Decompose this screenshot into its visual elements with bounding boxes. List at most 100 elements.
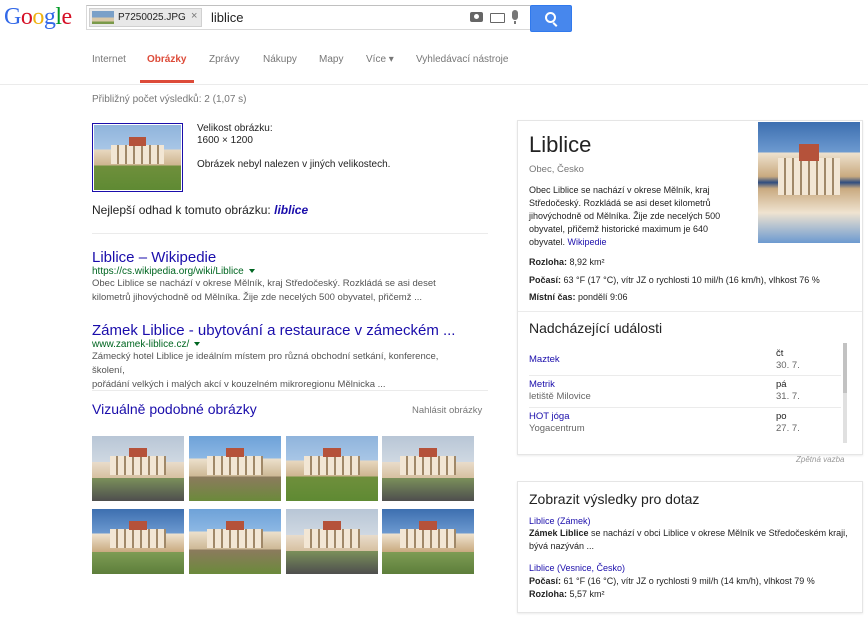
- result-snippet: Obec Liblice se nachází v okrese Mělník,…: [92, 277, 472, 305]
- fact-label: Místní čas:: [529, 292, 576, 302]
- fact-value: 63 °F (17 °C), vítr JZ o rychlosti 10 mi…: [561, 275, 820, 285]
- kp-fact-area: Rozloha: 8,92 km²: [529, 257, 605, 267]
- logo-letter: e: [61, 4, 73, 30]
- tab-more[interactable]: Více ▾: [366, 54, 394, 65]
- similar-image[interactable]: [189, 436, 281, 501]
- alt-query-link[interactable]: Liblice (Zámek): [529, 516, 591, 526]
- event-date: 27. 7.: [776, 423, 800, 434]
- tab-images[interactable]: Obrázky: [147, 54, 186, 65]
- fact-label: Počasí:: [529, 576, 562, 586]
- search-icon: [545, 12, 556, 23]
- kp-fact-weather: Počasí: 63 °F (17 °C), vítr JZ o rychlos…: [529, 275, 820, 285]
- wikipedia-link[interactable]: Wikipedie: [568, 237, 607, 247]
- alt-query-fact: Rozloha: 5,57 km²: [529, 588, 849, 601]
- similar-image[interactable]: [92, 436, 184, 501]
- similar-image[interactable]: [286, 436, 378, 501]
- result-snippet: Zámecký hotel Liblice je ideálním místem…: [92, 350, 472, 392]
- kp-description: Obec Liblice se nachází v okrese Mělník,…: [529, 184, 744, 249]
- kp-description-text: Obec Liblice se nachází v okrese Mělník,…: [529, 185, 721, 247]
- other-sizes-message: Obrázek nebyl nalezen v jiných velikoste…: [197, 159, 391, 170]
- search-input[interactable]: liblice: [211, 10, 244, 25]
- snippet-line: Zámecký hotel Liblice je ideálním místem…: [92, 351, 439, 376]
- snippet-line: kilometrů jihovýchodně od Mělníka. Žije …: [92, 292, 423, 303]
- similar-image[interactable]: [382, 509, 474, 574]
- query-image-thumbnail[interactable]: [92, 123, 183, 192]
- fact-label: Rozloha:: [529, 257, 567, 267]
- result-url-text: https://cs.wikipedia.org/wiki/Liblice: [92, 266, 244, 277]
- chip-close-icon[interactable]: ×: [191, 10, 197, 22]
- fact-label: Rozloha:: [529, 589, 567, 599]
- tab-news[interactable]: Zprávy: [209, 54, 240, 65]
- best-guess: Nejlepší odhad k tomuto obrázku: liblice: [92, 203, 308, 217]
- similar-image[interactable]: [286, 509, 378, 574]
- divider: [92, 233, 488, 234]
- events-heading: Nadcházející události: [529, 320, 663, 336]
- image-size-label: Velikost obrázku:: [197, 123, 273, 134]
- result-stats: Přibližný počet výsledků: 2 (1,07 s): [92, 94, 247, 105]
- tab-search-tools[interactable]: Vyhledávací nástroje: [416, 54, 508, 65]
- kp-castle-photo[interactable]: [758, 122, 860, 243]
- divider: [529, 407, 841, 408]
- chevron-down-icon[interactable]: [194, 342, 201, 347]
- camera-icon[interactable]: [470, 12, 483, 22]
- logo-letter: G: [4, 4, 21, 30]
- report-images-link[interactable]: Nahlásit obrázky: [412, 405, 482, 416]
- tab-internet[interactable]: Internet: [92, 54, 126, 65]
- top-bar: Google P7250025.JPG × liblice: [0, 0, 868, 36]
- snippet-bold: Zámek Liblice: [529, 528, 589, 538]
- fact-value: pondělí 9:06: [575, 292, 628, 302]
- kp-subtitle: Obec, Česko: [529, 164, 584, 175]
- alt-query-fact: Počasí: 61 °F (16 °C), vítr JZ o rychlos…: [529, 575, 849, 588]
- event-place: Yogacentrum: [529, 423, 585, 434]
- feedback-link[interactable]: Zpětná vazba: [796, 455, 844, 464]
- result-title[interactable]: Liblice – Wikipedie: [92, 249, 216, 266]
- fact-value: 61 °F (16 °C), vítr JZ o rychlosti 9 mil…: [561, 576, 815, 586]
- chip-filename: P7250025.JPG: [118, 12, 186, 23]
- logo-letter: o: [32, 4, 44, 30]
- image-query-chip[interactable]: P7250025.JPG ×: [89, 8, 202, 27]
- best-guess-link[interactable]: liblice: [274, 203, 308, 217]
- kp-title: Liblice: [529, 132, 592, 157]
- similar-image[interactable]: [92, 509, 184, 574]
- chip-thumbnail: [92, 11, 114, 24]
- google-logo[interactable]: Google: [4, 4, 72, 31]
- event-day: po: [776, 411, 787, 422]
- show-results-for-panel: Zobrazit výsledky pro dotaz Liblice (Zám…: [517, 481, 863, 613]
- event-date: 31. 7.: [776, 391, 800, 402]
- active-tab-indicator: [140, 80, 194, 83]
- similar-image[interactable]: [382, 436, 474, 501]
- alt-query-link[interactable]: Liblice (Vesnice, Česko): [529, 563, 625, 573]
- event-name[interactable]: HOT jóga: [529, 411, 569, 422]
- chevron-down-icon[interactable]: [248, 269, 255, 274]
- event-day: pá: [776, 379, 787, 390]
- similar-image[interactable]: [189, 509, 281, 574]
- visually-similar-heading[interactable]: Vizuálně podobné obrázky: [92, 401, 257, 417]
- events-scrollbar-thumb[interactable]: [843, 343, 847, 393]
- search-button[interactable]: [530, 5, 572, 32]
- knowledge-panel: Liblice Obec, Česko Obec Liblice se nach…: [517, 120, 863, 455]
- keyboard-icon[interactable]: [490, 13, 505, 23]
- result-url-text: www.zamek-liblice.cz/: [92, 339, 190, 350]
- event-name[interactable]: Metrik: [529, 379, 555, 390]
- divider: [92, 390, 488, 391]
- result-url: www.zamek-liblice.cz/: [92, 339, 201, 350]
- event-date: 30. 7.: [776, 360, 800, 371]
- search-box[interactable]: P7250025.JPG × liblice: [86, 5, 531, 30]
- event-place: letiště Milovice: [529, 391, 591, 402]
- logo-letter: g: [43, 4, 56, 30]
- tab-shopping[interactable]: Nákupy: [263, 54, 297, 65]
- snippet-line: Obec Liblice se nachází v okrese Mělník,…: [92, 278, 436, 289]
- tab-maps[interactable]: Mapy: [319, 54, 343, 65]
- result-title[interactable]: Zámek Liblice - ubytování a restaurace v…: [92, 322, 455, 339]
- image-size-value: 1600 × 1200: [197, 135, 253, 146]
- best-guess-prefix: Nejlepší odhad k tomuto obrázku:: [92, 203, 275, 217]
- show-results-heading: Zobrazit výsledky pro dotaz: [529, 491, 700, 507]
- divider: [529, 375, 841, 376]
- search-tabs: Internet Obrázky Zprávy Nákupy Mapy Více…: [0, 36, 868, 85]
- microphone-icon[interactable]: [512, 10, 518, 24]
- result-url: https://cs.wikipedia.org/wiki/Liblice: [92, 266, 255, 277]
- event-day: čt: [776, 348, 784, 359]
- divider: [518, 311, 862, 312]
- event-name[interactable]: Maztek: [529, 354, 560, 365]
- castle-photo: [94, 125, 181, 190]
